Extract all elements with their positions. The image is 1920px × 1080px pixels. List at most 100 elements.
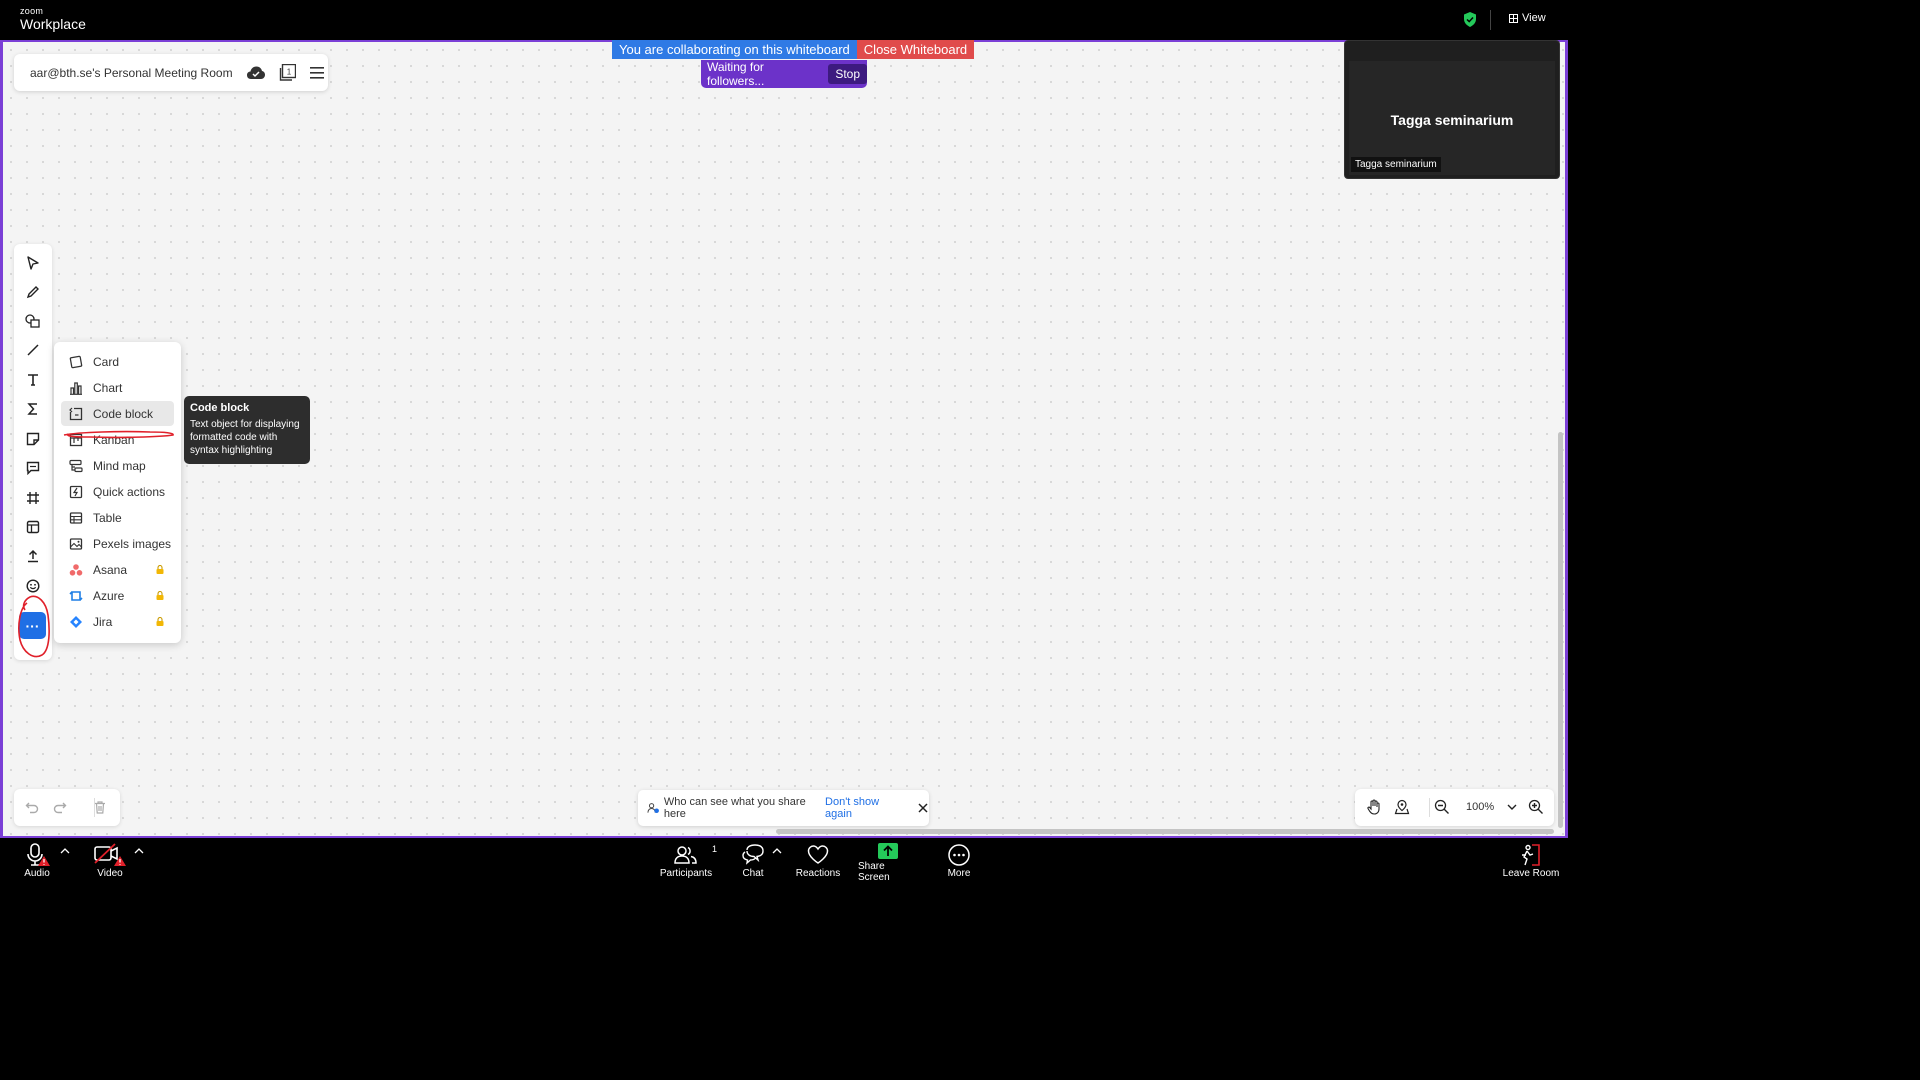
vertical-scrollbar[interactable]	[1558, 432, 1563, 828]
mind-map-icon	[68, 458, 84, 474]
whiteboard-toolbar: ···	[14, 244, 52, 660]
table-icon	[68, 510, 84, 526]
lock-icon	[156, 565, 164, 574]
menu-item-label: Code block	[93, 406, 154, 421]
pages-icon[interactable]: 1	[276, 62, 298, 84]
audio-options-caret-icon[interactable]	[60, 847, 70, 855]
chat-button[interactable]: Chat	[738, 838, 768, 882]
more-tools-button[interactable]: ···	[19, 612, 46, 639]
stop-button[interactable]: Stop	[828, 64, 867, 84]
shapes-icon[interactable]	[23, 311, 43, 331]
audio-label: Audio	[24, 868, 50, 879]
asana-icon	[68, 562, 84, 578]
participants-button[interactable]: 1 Participants	[658, 838, 718, 882]
top-bar: zoom Workplace View	[0, 0, 1568, 40]
horizontal-scrollbar[interactable]	[776, 829, 1554, 834]
leave-room-button[interactable]: Leave Room	[1502, 838, 1560, 882]
menu-item-card[interactable]: Card	[61, 349, 174, 374]
share-notice-text: Who can see what you share here	[663, 796, 806, 820]
room-panel: aar@bth.se's Personal Meeting Room 1	[14, 54, 328, 91]
chart-icon	[68, 380, 84, 396]
brand-small: zoom	[20, 6, 44, 16]
tooltip-title: Code block	[190, 402, 250, 414]
more-label: More	[947, 868, 971, 879]
menu-item-kanban[interactable]: Kanban	[61, 427, 174, 452]
waiting-text: Waiting for followers...	[707, 60, 765, 88]
menu-item-chart[interactable]: Chart	[61, 375, 174, 400]
collaboration-banner: You are collaborating on this whiteboard…	[612, 40, 975, 59]
share-screen-button[interactable]: Share Screen	[858, 838, 918, 883]
view-label: View	[1522, 12, 1546, 24]
text-icon[interactable]	[23, 370, 43, 390]
close-icon[interactable]	[916, 801, 929, 815]
chat-icon	[741, 841, 765, 868]
cloud-save-icon[interactable]	[245, 62, 267, 84]
zoom-workplace-logo: zoom Workplace	[20, 6, 86, 32]
menu-item-code-block[interactable]: Code block	[61, 401, 174, 426]
kanban-icon	[68, 432, 84, 448]
pen-icon[interactable]	[23, 282, 43, 302]
menu-item-label: Asana	[93, 562, 128, 577]
undo-icon[interactable]	[24, 799, 40, 815]
participant-video-tile[interactable]: Tagga seminarium Tagga seminarium	[1344, 40, 1560, 179]
microphone-warning-icon	[23, 841, 51, 868]
participants-count: 1	[712, 844, 718, 854]
zoom-separator	[1429, 798, 1430, 817]
template-icon[interactable]	[23, 517, 43, 537]
select-icon[interactable]	[23, 253, 43, 273]
zoom-in-icon[interactable]	[1527, 798, 1545, 816]
azure-icon	[68, 588, 84, 604]
participant-name-label: Tagga seminarium	[1351, 157, 1441, 172]
close-whiteboard-button[interactable]: Close Whiteboard	[856, 40, 975, 59]
reactions-button[interactable]: Reactions	[794, 838, 842, 882]
menu-item-mind-map[interactable]: Mind map	[61, 453, 174, 478]
leave-door-icon	[1519, 841, 1543, 868]
video-options-caret-icon[interactable]	[134, 847, 144, 855]
hand-pan-icon[interactable]	[1365, 798, 1383, 816]
code-block-tooltip: Code block Text object for displaying fo…	[184, 396, 310, 464]
leave-room-label: Leave Room	[1502, 868, 1560, 879]
menu-item-pexels-images[interactable]: Pexels images	[61, 531, 174, 556]
frame-icon[interactable]	[23, 488, 43, 508]
participants-label: Participants	[659, 868, 713, 879]
hamburger-menu-icon[interactable]	[306, 62, 328, 84]
chat-options-caret-icon[interactable]	[772, 847, 782, 855]
location-map-icon[interactable]	[1393, 798, 1411, 816]
delete-icon[interactable]	[92, 799, 108, 815]
audio-button[interactable]: Audio	[22, 838, 52, 882]
card-icon	[68, 354, 84, 370]
more-tools-menu: Card Chart Code block Kanban Mind map Qu…	[54, 342, 181, 643]
comment-icon[interactable]	[23, 458, 43, 478]
line-icon[interactable]	[23, 340, 43, 360]
redo-icon[interactable]	[52, 799, 68, 815]
menu-item-azure[interactable]: Azure	[61, 583, 174, 608]
video-button[interactable]: Video	[92, 838, 128, 882]
svg-text:1: 1	[286, 67, 291, 76]
menu-item-label: Mind map	[93, 458, 146, 473]
menu-item-quick-actions[interactable]: Quick actions	[61, 479, 174, 504]
undo-redo-panel	[14, 789, 120, 826]
formula-icon[interactable]	[23, 399, 43, 419]
menu-item-label: Table	[93, 510, 122, 525]
menu-item-label: Card	[93, 354, 120, 369]
upload-icon[interactable]	[23, 546, 43, 566]
menu-item-asana[interactable]: Asana	[61, 557, 174, 582]
menu-item-jira[interactable]: Jira	[61, 609, 174, 634]
menu-item-label: Jira	[93, 614, 113, 629]
menu-item-label: Azure	[93, 588, 125, 603]
view-button[interactable]: View	[1509, 12, 1546, 24]
jira-icon	[68, 614, 84, 630]
dont-show-again-link[interactable]: Don't show again	[825, 796, 902, 820]
security-shield-icon[interactable]	[1463, 12, 1477, 27]
emoji-icon[interactable]	[23, 576, 43, 596]
zoom-out-icon[interactable]	[1433, 798, 1451, 816]
sticky-note-icon[interactable]	[23, 429, 43, 449]
menu-item-label: Quick actions	[93, 484, 166, 499]
more-button[interactable]: More	[942, 838, 976, 882]
code-block-icon	[68, 406, 84, 422]
chevron-down-icon[interactable]	[1503, 798, 1521, 816]
zoom-level[interactable]: 100%	[1466, 801, 1494, 813]
more-icon	[947, 841, 971, 868]
menu-item-table[interactable]: Table	[61, 505, 174, 530]
brand-big: Workplace	[20, 16, 86, 32]
